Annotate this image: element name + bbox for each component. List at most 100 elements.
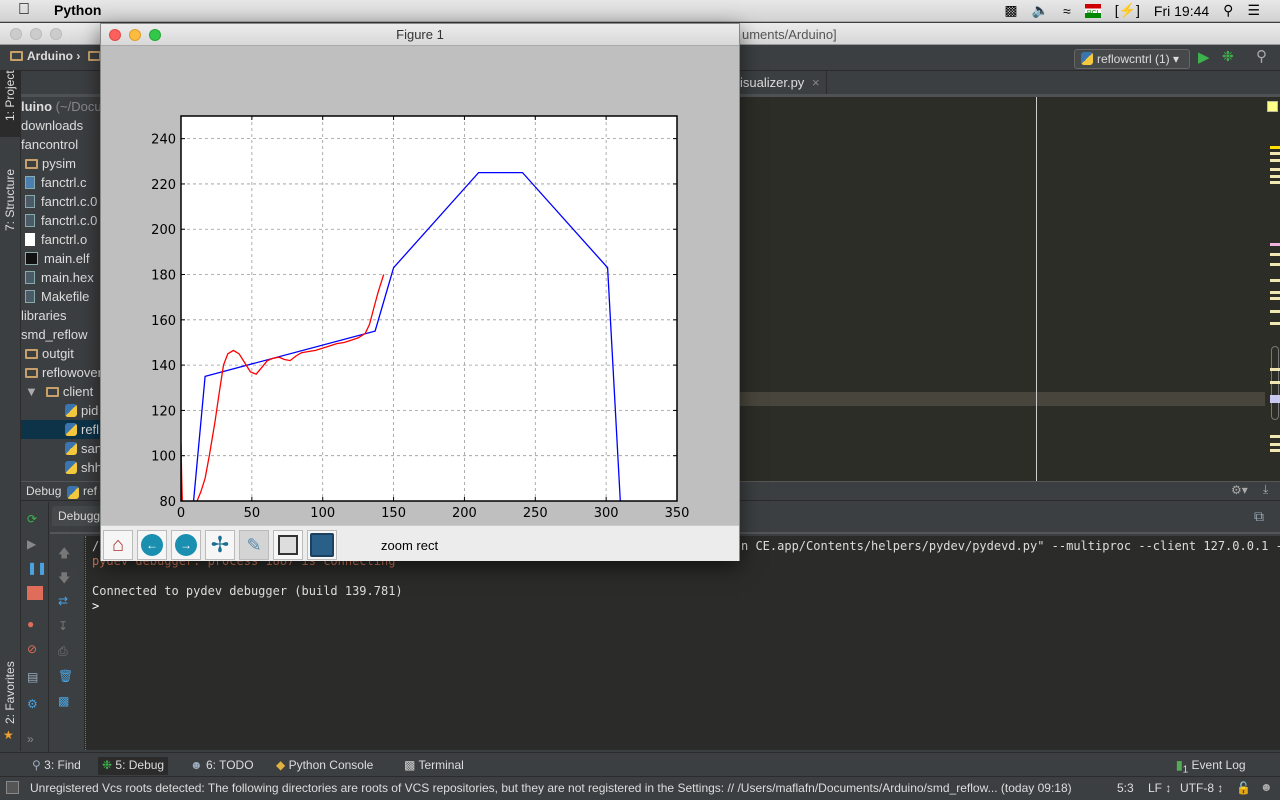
tree-item[interactable]: fanctrl.c bbox=[21, 173, 101, 192]
inspection-status-icon[interactable] bbox=[1267, 101, 1278, 112]
scroll-marker[interactable] bbox=[1270, 297, 1280, 300]
scroll-marker[interactable] bbox=[1270, 168, 1280, 171]
tree-item[interactable]: main.elf bbox=[21, 249, 101, 268]
hector-icon[interactable]: ☻ bbox=[1260, 780, 1273, 794]
editor-tab[interactable]: isualizer.py × bbox=[740, 71, 827, 94]
debugger-tab[interactable]: Debugg bbox=[52, 506, 107, 526]
scroll-marker[interactable] bbox=[1270, 159, 1280, 162]
more-icon[interactable]: » bbox=[27, 732, 43, 746]
tree-item[interactable]: ▼ client bbox=[21, 382, 101, 401]
ide-close-button[interactable] bbox=[10, 28, 22, 40]
settings-icon[interactable]: ⚙ bbox=[27, 697, 43, 711]
status-message[interactable]: Unregistered Vcs roots detected: The fol… bbox=[30, 781, 1110, 795]
favorites-tool-button[interactable]: 2: Favorites ★ bbox=[0, 656, 21, 746]
expand-arrow-icon[interactable]: ▼ bbox=[25, 384, 38, 399]
tree-item[interactable]: fancontrol bbox=[21, 135, 101, 154]
tree-item[interactable]: reflowover bbox=[21, 363, 101, 382]
file-encoding[interactable]: UTF-8 ↕ bbox=[1180, 781, 1223, 795]
clock[interactable]: Fri 19:44 bbox=[1154, 3, 1209, 19]
save-button[interactable] bbox=[307, 530, 337, 560]
scroll-marker[interactable] bbox=[1270, 322, 1280, 325]
zoom-button[interactable]: ✎ bbox=[239, 530, 269, 560]
search-everywhere-icon[interactable]: ⚲ bbox=[1256, 47, 1267, 65]
figure-minimize-button[interactable] bbox=[129, 29, 141, 41]
tool-window-3-find[interactable]: ⚲ 3: Find bbox=[28, 757, 85, 775]
home-button[interactable]: ⌂ bbox=[103, 530, 133, 560]
tree-item[interactable]: outgit bbox=[21, 344, 101, 363]
tree-item[interactable]: san bbox=[21, 439, 101, 458]
up-arrow-icon[interactable]: 🡅 bbox=[58, 544, 74, 560]
tree-item[interactable]: fanctrl.c.0 bbox=[21, 192, 101, 211]
hide-panel-icon[interactable]: ⤓ bbox=[1263, 482, 1268, 497]
scroll-marker[interactable] bbox=[1270, 381, 1280, 384]
soft-wrap-icon[interactable]: ⇄ bbox=[58, 594, 74, 608]
scroll-marker[interactable] bbox=[1270, 443, 1280, 446]
tree-item[interactable]: libraries bbox=[21, 306, 101, 325]
lock-icon[interactable]: 🔓 bbox=[1236, 781, 1251, 795]
tree-item[interactable]: pid bbox=[21, 401, 101, 420]
project-tree[interactable]: luino (~/Docu downloads fancontrol pysim fa… bbox=[21, 97, 101, 480]
close-tab-icon[interactable]: × bbox=[812, 75, 820, 90]
scroll-marker[interactable] bbox=[1270, 152, 1280, 155]
volume-icon[interactable]: 🔈 bbox=[1032, 2, 1049, 19]
apple-icon[interactable]:  bbox=[18, 1, 30, 19]
debug-console[interactable]: / pydev debugger: process 1887 is connect… bbox=[85, 536, 1280, 750]
toggle-tool-buttons-icon[interactable] bbox=[6, 781, 19, 794]
print-icon[interactable]: ⎙ bbox=[58, 644, 74, 658]
input-flag-icon[interactable]: PCI bbox=[1084, 3, 1101, 18]
scroll-marker[interactable] bbox=[1270, 181, 1280, 184]
scroll-marker[interactable] bbox=[1270, 243, 1280, 246]
tool-window-python-console[interactable]: ◆ Python Console bbox=[272, 757, 377, 775]
spotlight-icon[interactable]: ⚲ bbox=[1223, 2, 1233, 19]
screen-mirror-icon[interactable]: ▩ bbox=[1004, 2, 1017, 19]
settings-gear-icon[interactable]: ⚙▾ bbox=[1231, 483, 1248, 497]
subplots-button[interactable] bbox=[273, 530, 303, 560]
tree-item[interactable]: fanctrl.o bbox=[21, 230, 101, 249]
mute-breakpoints-icon[interactable]: ⊘ bbox=[27, 642, 43, 656]
tree-item[interactable]: Makefile bbox=[21, 287, 101, 306]
line-separator[interactable]: LF ↕ bbox=[1148, 781, 1171, 795]
tree-item[interactable]: smd_reflow bbox=[21, 325, 101, 344]
ide-zoom-button[interactable] bbox=[50, 28, 62, 40]
scroll-marker[interactable] bbox=[1270, 175, 1280, 178]
figure-close-button[interactable] bbox=[109, 29, 121, 41]
notification-center-icon[interactable]: ☰ bbox=[1247, 2, 1260, 19]
back-button[interactable]: ← bbox=[137, 530, 167, 560]
structure-tool-button[interactable]: 7: Structure bbox=[0, 151, 21, 241]
down-arrow-icon[interactable]: 🡇 bbox=[58, 569, 74, 585]
caret-position[interactable]: 5:3 bbox=[1117, 781, 1134, 795]
scroll-marker[interactable] bbox=[1270, 435, 1280, 438]
scroll-marker[interactable] bbox=[1270, 253, 1280, 256]
scroll-marker[interactable] bbox=[1270, 279, 1280, 282]
battery-icon[interactable]: [⚡] bbox=[1115, 2, 1140, 19]
tree-root[interactable]: luino (~/Docu bbox=[21, 97, 101, 116]
debug-button[interactable]: ❉ bbox=[1222, 48, 1234, 65]
restore-layout-icon[interactable]: ⧉ bbox=[1254, 508, 1264, 525]
app-menu[interactable]: Python bbox=[54, 2, 101, 18]
figure-zoom-button[interactable] bbox=[149, 29, 161, 41]
forward-button[interactable]: → bbox=[171, 530, 201, 560]
pause-icon[interactable]: ❚❚ bbox=[27, 561, 47, 575]
clear-all-icon[interactable]: 🗑 bbox=[58, 669, 74, 683]
tree-item[interactable]: main.hex bbox=[21, 268, 101, 287]
project-tool-button[interactable]: 1: Project bbox=[0, 70, 21, 137]
wifi-icon[interactable]: ≈ bbox=[1063, 3, 1071, 19]
tool-window-5-debug[interactable]: ❉ 5: Debug bbox=[98, 757, 169, 775]
event-log-button[interactable]: ▮1 Event Log bbox=[1172, 757, 1250, 775]
console-icon[interactable]: ▩ bbox=[58, 694, 74, 708]
scroll-marker[interactable] bbox=[1270, 368, 1280, 371]
scroll-marker[interactable] bbox=[1270, 263, 1280, 266]
view-breakpoints-icon[interactable]: ● bbox=[27, 617, 43, 631]
scroll-to-end-icon[interactable]: ↧ bbox=[58, 619, 74, 633]
tree-item[interactable]: shh bbox=[21, 458, 101, 477]
code-editor[interactable] bbox=[740, 97, 1280, 481]
tree-item[interactable]: refl bbox=[21, 420, 101, 439]
ide-minimize-button[interactable] bbox=[30, 28, 42, 40]
layout-icon[interactable]: ▤ bbox=[27, 670, 43, 684]
scroll-marker[interactable] bbox=[1270, 395, 1280, 403]
tree-item[interactable]: pysim bbox=[21, 154, 101, 173]
scroll-marker[interactable] bbox=[1270, 146, 1280, 149]
pan-button[interactable]: ✢ bbox=[205, 530, 235, 560]
tool-window-terminal[interactable]: ▩ Terminal bbox=[400, 757, 468, 775]
tree-item[interactable]: downloads bbox=[21, 116, 101, 135]
